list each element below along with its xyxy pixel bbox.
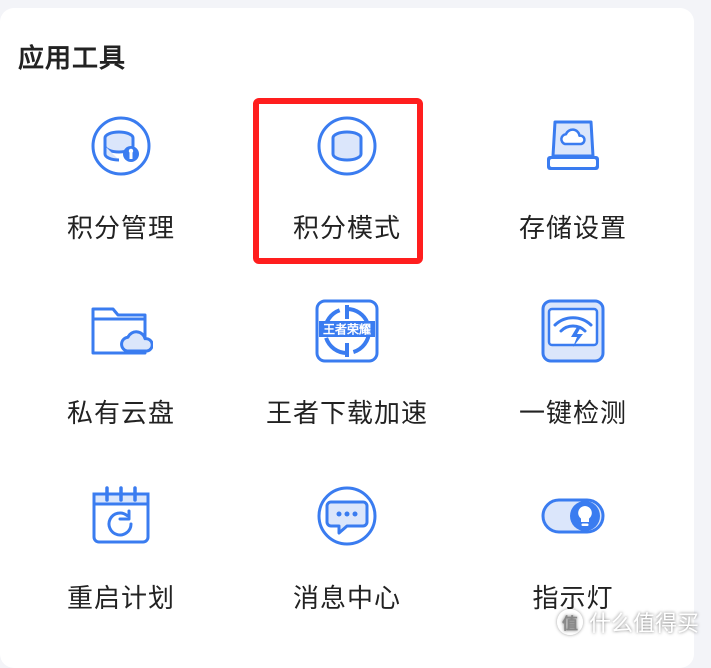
restart-schedule-icon xyxy=(89,484,153,548)
game-logo-text: 王者荣耀 xyxy=(323,322,371,337)
tool-label: 积分模式 xyxy=(293,208,401,245)
tool-label: 存储设置 xyxy=(519,208,627,245)
watermark: 值 什么值得买 xyxy=(557,606,699,638)
tool-label: 王者下载加速 xyxy=(266,393,428,430)
tool-label: 积分管理 xyxy=(67,208,175,245)
tools-grid: 积分管理 积分模式 存储设置 xyxy=(8,110,686,665)
tool-private-cloud[interactable]: 私有云盘 xyxy=(8,295,234,480)
tool-label: 私有云盘 xyxy=(67,393,175,430)
points-management-icon xyxy=(89,114,153,178)
indicator-light-icon xyxy=(541,484,605,548)
section-title: 应用工具 xyxy=(18,38,126,75)
tool-label: 一键检测 xyxy=(519,393,627,430)
watermark-text: 什么值得买 xyxy=(589,606,699,638)
message-center-icon xyxy=(315,484,379,548)
one-click-detect-icon xyxy=(541,299,605,363)
tool-one-click-detect[interactable]: 一键检测 xyxy=(460,295,686,480)
watermark-logo-icon: 值 xyxy=(557,609,583,635)
points-mode-icon xyxy=(315,114,379,178)
tool-restart-schedule[interactable]: 重启计划 xyxy=(8,480,234,665)
storage-settings-icon xyxy=(541,114,605,178)
tool-storage-settings[interactable]: 存储设置 xyxy=(460,110,686,295)
tool-label: 消息中心 xyxy=(293,578,401,615)
tool-points-mode[interactable]: 积分模式 xyxy=(234,110,460,295)
tool-game-accelerate[interactable]: 王者荣耀 王者下载加速 xyxy=(234,295,460,480)
game-download-accelerate-icon: 王者荣耀 xyxy=(315,299,379,363)
tool-message-center[interactable]: 消息中心 xyxy=(234,480,460,665)
private-cloud-folder-icon xyxy=(89,299,153,363)
tool-label: 重启计划 xyxy=(67,578,175,615)
tool-points-management[interactable]: 积分管理 xyxy=(8,110,234,295)
